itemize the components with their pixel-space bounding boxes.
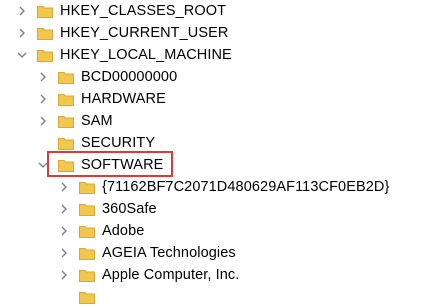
folder-icon [58, 70, 74, 84]
folder-icon [79, 246, 95, 260]
tree-node-label: 360Safe [102, 201, 157, 217]
chevron-right-icon[interactable] [16, 5, 28, 17]
tree-node-label: AGEIA Technologies [102, 245, 236, 261]
tree-node-hkey-classes-root[interactable]: HKEY_CLASSES_ROOT [16, 0, 226, 22]
folder-open-icon [37, 48, 53, 62]
tree-node-label: BCD00000000 [81, 69, 178, 85]
tree-node-label: HARDWARE [81, 91, 166, 107]
tree-node-hkey-local-machine[interactable]: HKEY_LOCAL_MACHINE [16, 44, 232, 66]
chevron-right-icon[interactable] [58, 247, 70, 259]
folder-icon [79, 180, 95, 194]
folder-icon [37, 26, 53, 40]
tree-node-label: {71162BF7C2071D480629AF113CF0EB2D} [102, 179, 390, 195]
chevron-right-icon[interactable] [58, 203, 70, 215]
tree-node-partial[interactable] [58, 286, 95, 308]
tree-node-guid-key[interactable]: {71162BF7C2071D480629AF113CF0EB2D} [58, 176, 389, 198]
tree-node-bcd00000000[interactable]: BCD00000000 [37, 66, 177, 88]
chevron-right-icon[interactable] [37, 71, 49, 83]
tree-node-label: HKEY_CURRENT_USER [60, 25, 229, 41]
chevron-right-icon[interactable] [16, 27, 28, 39]
chevron-right-icon[interactable] [37, 115, 49, 127]
tree-node-label: Apple Computer, Inc. [102, 267, 240, 283]
folder-icon [58, 92, 74, 106]
folder-icon [58, 136, 74, 150]
chevron-right-icon[interactable] [58, 225, 70, 237]
chevron-right-icon[interactable] [58, 181, 70, 193]
tree-node-apple-computer[interactable]: Apple Computer, Inc. [58, 264, 239, 286]
tree-node-hardware[interactable]: HARDWARE [37, 88, 166, 110]
folder-icon [37, 4, 53, 18]
folder-icon [58, 114, 74, 128]
tree-node-label: SECURITY [81, 135, 156, 151]
tree-node-sam[interactable]: SAM [37, 110, 113, 132]
folder-icon [79, 268, 95, 282]
tree-node-label: HKEY_CLASSES_ROOT [60, 3, 227, 19]
tree-node-label: Adobe [102, 223, 145, 239]
tree-node-adobe[interactable]: Adobe [58, 220, 144, 242]
folder-icon [79, 202, 95, 216]
tree-node-ageia-technologies[interactable]: AGEIA Technologies [58, 242, 236, 264]
tree-node-360safe[interactable]: 360Safe [58, 198, 157, 220]
registry-tree: HKEY_CLASSES_ROOT HKEY_CURRENT_USER HKEY… [0, 0, 426, 304]
chevron-right-icon[interactable] [58, 269, 70, 281]
software-highlight-box [47, 151, 173, 177]
folder-icon [79, 290, 95, 304]
tree-node-label: HKEY_LOCAL_MACHINE [60, 47, 232, 63]
tree-node-label: SAM [81, 113, 113, 129]
folder-icon [79, 224, 95, 238]
chevron-down-icon[interactable] [16, 49, 28, 61]
chevron-right-icon[interactable] [37, 93, 49, 105]
tree-node-hkey-current-user[interactable]: HKEY_CURRENT_USER [16, 22, 229, 44]
